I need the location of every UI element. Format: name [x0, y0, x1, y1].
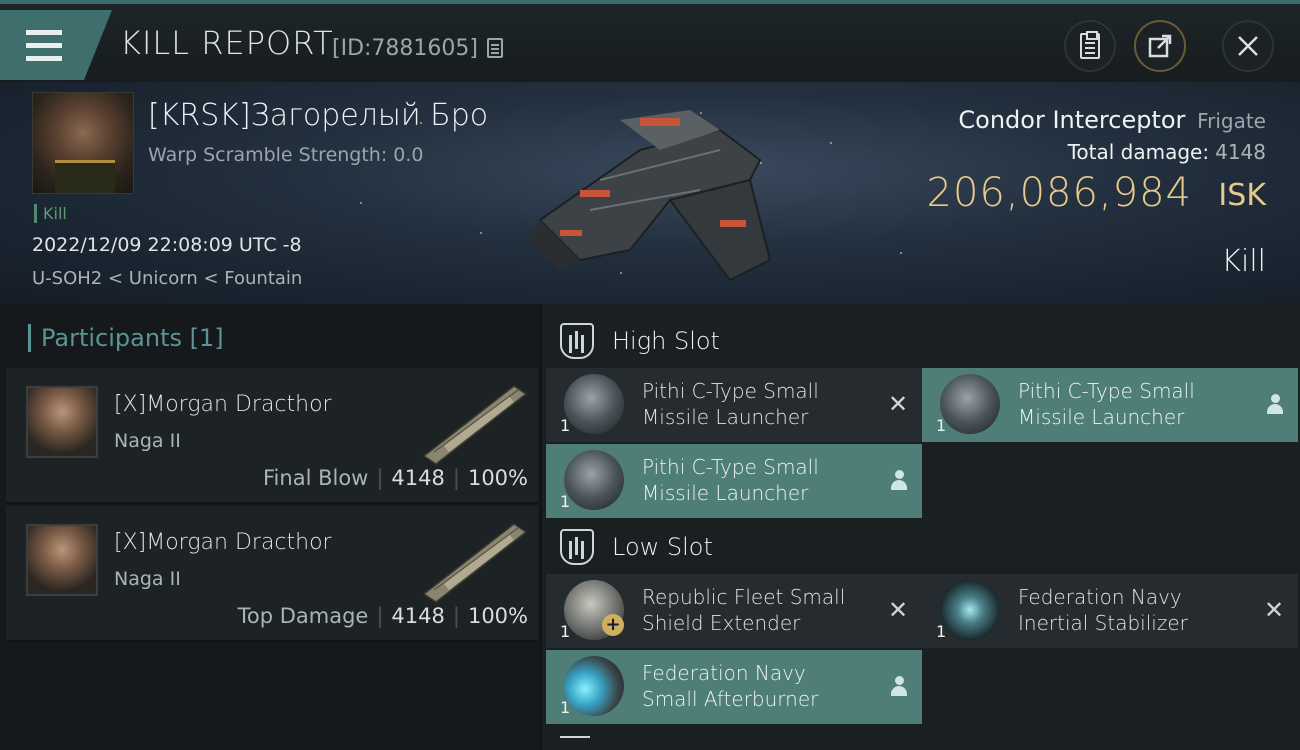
victim-ship[interactable]: Condor Interceptor Frigate	[958, 106, 1266, 134]
module-item[interactable]: 1 Federation Navy Inertial Stabilizer ✕	[922, 574, 1298, 648]
ship-name: Condor Interceptor	[958, 106, 1186, 134]
module-name: Pithi C-Type Small Missile Launcher	[642, 455, 819, 505]
share-icon	[1148, 34, 1172, 58]
weapon-image	[422, 523, 528, 603]
high-slot-icon	[560, 323, 594, 359]
dropped-icon	[890, 676, 908, 696]
victim-banner: [KRSK]Загорелый Бро Warp Scramble Streng…	[0, 82, 1300, 304]
report-id: [ID:7881605]	[332, 36, 478, 61]
menu-button[interactable]	[0, 10, 112, 80]
module-item[interactable]: 1 Pithi C-Type Small Missile Launcher ✕	[546, 368, 922, 442]
ship-image	[528, 110, 772, 282]
module-name: Republic Fleet Small Shield Extender	[642, 585, 846, 635]
high-slot-label: High Slot	[612, 327, 720, 355]
module-item[interactable]: 1 Pithi C-Type Small Missile Launcher	[546, 444, 922, 518]
total-damage: Total damage: 4148	[1068, 140, 1266, 164]
inertial-stabilizer-icon	[940, 580, 1000, 640]
participant-stats: Top Damage | 4148 | 100%	[237, 604, 528, 628]
participant-role: Final Blow	[263, 466, 369, 490]
participant-percent: 100%	[467, 466, 528, 490]
participant-card[interactable]: [X]Morgan Dracthor Naga II Final Blow | 41…	[6, 368, 538, 504]
participant-avatar[interactable]	[26, 386, 98, 458]
kill-location[interactable]: U-SOH2 < Unicorn < Fountain	[32, 268, 302, 289]
participant-name: [X]Morgan Dracthor	[114, 392, 332, 417]
participants-panel: Participants [1] [X]Morgan Dracthor Naga…	[0, 304, 540, 750]
participant-role: Top Damage	[237, 604, 369, 628]
module-name: Pithi C-Type Small Missile Launcher	[1018, 379, 1195, 429]
close-icon	[1238, 36, 1258, 56]
high-slot-header: High Slot	[560, 316, 720, 366]
participant-card[interactable]: [X]Morgan Dracthor Naga II Top Damage | 41…	[6, 506, 538, 642]
participant-name: [X]Morgan Dracthor	[114, 530, 332, 555]
missile-launcher-icon	[564, 450, 624, 510]
destroyed-icon: ✕	[887, 390, 909, 418]
participant-stats: Final Blow | 4148 | 100%	[263, 466, 528, 490]
dropped-icon	[1266, 394, 1284, 414]
result-label: Kill	[1221, 244, 1266, 279]
weapon-image	[422, 385, 528, 465]
participant-avatar[interactable]	[26, 524, 98, 596]
total-damage-label: Total damage:	[1067, 140, 1210, 164]
missile-launcher-icon	[564, 374, 624, 434]
clipboard-button[interactable]	[1064, 20, 1116, 72]
fitting-panel: High Slot 1 Pithi C-Type Small Missile L…	[542, 304, 1300, 750]
share-button[interactable]	[1134, 20, 1186, 72]
participant-damage: 4148	[391, 466, 445, 490]
plus-badge-icon: +	[602, 614, 624, 636]
victim-name[interactable]: [KRSK]Загорелый Бро	[148, 98, 488, 133]
destroyed-icon: ✕	[887, 596, 909, 624]
module-quantity: 1	[560, 416, 571, 435]
warp-scramble-strength: Warp Scramble Strength: 0.0	[148, 144, 424, 166]
dropped-icon	[890, 470, 908, 490]
hamburger-icon	[26, 26, 62, 65]
isk-unit: ISK	[1218, 178, 1266, 213]
participant-ship: Naga II	[114, 568, 181, 590]
module-item[interactable]: 1 Pithi C-Type Small Missile Launcher	[922, 368, 1298, 442]
module-name: Pithi C-Type Small Missile Launcher	[642, 379, 819, 429]
module-item[interactable]: + 1 Republic Fleet Small Shield Extender…	[546, 574, 922, 648]
module-item[interactable]: 1 Federation Navy Small Afterburner	[546, 650, 922, 724]
afterburner-icon	[564, 656, 624, 716]
participants-heading: Participants [1]	[28, 324, 224, 352]
module-quantity: 1	[936, 622, 947, 641]
page-title: KILL REPORT	[120, 24, 334, 62]
low-slot-icon	[560, 529, 594, 565]
module-quantity: 1	[560, 622, 571, 641]
top-bar: KILL REPORT [ID:7881605]	[0, 0, 1300, 82]
participant-damage: 4148	[391, 604, 445, 628]
clipboard-icon	[1080, 31, 1100, 59]
participant-ship: Naga II	[114, 430, 181, 452]
missile-launcher-icon	[940, 374, 1000, 434]
module-name: Federation Navy Small Afterburner	[642, 661, 819, 711]
destroyed-icon: ✕	[1263, 596, 1285, 624]
low-slot-label: Low Slot	[612, 533, 713, 561]
victim-portrait[interactable]	[32, 92, 134, 194]
mid-slot-header-peek	[560, 736, 590, 750]
module-quantity: 1	[560, 698, 571, 717]
copy-icon[interactable]	[487, 38, 503, 58]
isk-value: 206,086,984	[926, 170, 1192, 216]
kill-tag: Kill	[34, 204, 67, 223]
module-name: Federation Navy Inertial Stabilizer	[1018, 585, 1188, 635]
ship-class: Frigate	[1197, 109, 1266, 133]
close-button[interactable]	[1222, 20, 1274, 72]
participant-percent: 100%	[467, 604, 528, 628]
total-damage-value: 4148	[1215, 140, 1266, 164]
module-quantity: 1	[936, 416, 947, 435]
low-slot-header: Low Slot	[560, 522, 713, 572]
module-quantity: 1	[560, 492, 571, 511]
kill-datetime: 2022/12/09 22:08:09 UTC -8	[32, 234, 302, 256]
